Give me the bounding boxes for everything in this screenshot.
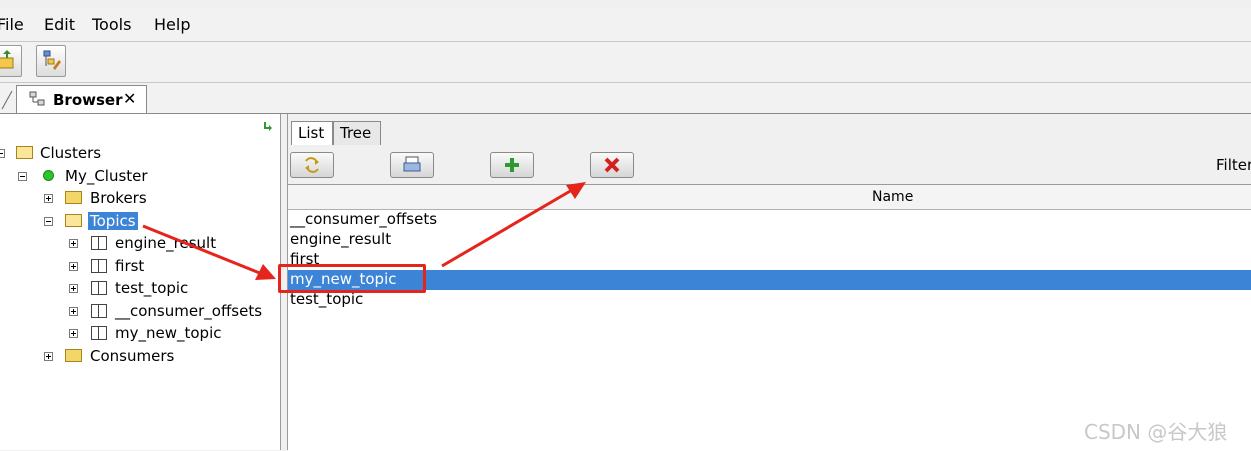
tab-list[interactable]: List (291, 121, 333, 145)
sync-tree-icon[interactable] (262, 120, 276, 134)
tree-label: first (115, 257, 145, 275)
collapse-icon[interactable] (18, 172, 27, 181)
tree-node-topic[interactable]: engine_result (0, 234, 260, 254)
print-icon (403, 156, 421, 172)
menu-file[interactable]: File (0, 15, 24, 34)
annotation-highlight-box (278, 264, 426, 293)
print-button[interactable] (390, 152, 434, 178)
menu-edit[interactable]: Edit (44, 15, 75, 34)
cluster-tree-panel: Clusters My_Cluster Brokers Topics engin… (0, 114, 281, 450)
topic-book-icon (91, 236, 107, 250)
filter-label: Filter (1216, 156, 1251, 174)
expand-icon[interactable] (69, 329, 78, 338)
tree-node-topic[interactable]: first (0, 257, 260, 277)
folder-open-icon (16, 146, 33, 159)
tree-label-selected: Topics (88, 212, 138, 230)
cluster-status-icon (43, 170, 54, 181)
tree-label: My_Cluster (65, 167, 148, 185)
menu-help[interactable]: Help (154, 15, 190, 34)
menu-tools[interactable]: Tools (92, 15, 131, 34)
expand-icon[interactable] (44, 194, 53, 203)
tree-label: Consumers (90, 347, 175, 365)
topic-book-icon (91, 281, 107, 295)
topic-book-icon (91, 259, 107, 273)
add-cluster-button[interactable] (0, 45, 22, 77)
tab-browser-label: Browser (53, 91, 123, 109)
topic-list-panel: List Tree Filter Name __consumer_offsets… (288, 114, 1251, 451)
tree-node-cluster[interactable]: My_Cluster (0, 167, 160, 187)
collapse-icon[interactable] (0, 149, 5, 158)
expand-icon[interactable] (69, 239, 78, 248)
tab-browser[interactable]: Browser ✕ (16, 85, 147, 113)
delete-icon (604, 157, 620, 173)
add-button[interactable] (490, 152, 534, 178)
table-row[interactable]: first (288, 250, 1251, 270)
topic-book-icon (91, 326, 107, 340)
tab-list-label: List (298, 124, 325, 142)
tree-node-topic[interactable]: test_topic (0, 279, 260, 299)
menu-bar: File Edit Tools Help (0, 7, 1251, 42)
tree-label: Brokers (90, 189, 147, 207)
folder-open-icon (65, 214, 82, 227)
watermark: CSDN @谷大狼 (1084, 420, 1228, 444)
expand-icon[interactable] (69, 262, 78, 271)
document-tab-row: Browser ✕ (0, 83, 1251, 114)
tree-label: my_new_topic (115, 324, 222, 342)
tab-scroll-icon[interactable] (0, 91, 14, 111)
close-icon[interactable]: ✕ (123, 89, 136, 108)
add-cluster-icon (0, 50, 14, 69)
collapse-icon[interactable] (44, 217, 53, 226)
topic-table: Name __consumer_offsets engine_result fi… (288, 184, 1251, 451)
tree-label: test_topic (115, 279, 189, 297)
table-header[interactable]: Name (288, 185, 1251, 210)
table-row[interactable]: engine_result (288, 230, 1251, 250)
add-icon (505, 158, 519, 172)
table-row[interactable]: test_topic (288, 290, 1251, 310)
table-row-selected[interactable]: my_new_topic (288, 270, 1251, 290)
expand-icon[interactable] (69, 284, 78, 293)
expand-icon[interactable] (69, 307, 78, 316)
column-header-name: Name (872, 189, 914, 205)
tree-node-topic[interactable]: my_new_topic (0, 324, 260, 344)
tree-label: engine_result (115, 234, 217, 252)
tree-label: Clusters (40, 144, 102, 162)
tree-node-brokers[interactable]: Brokers (0, 189, 160, 209)
cell-name: engine_result (290, 230, 392, 248)
tab-tree[interactable]: Tree (333, 121, 381, 145)
table-row[interactable]: __consumer_offsets (288, 210, 1251, 230)
tree-node-topic[interactable]: __consumer_offsets (0, 302, 263, 322)
topic-book-icon (91, 304, 107, 318)
tree-label: __consumer_offsets (115, 302, 263, 320)
edit-tree-icon (43, 50, 61, 70)
cell-name: __consumer_offsets (290, 210, 438, 228)
toolbar (0, 42, 1251, 83)
folder-icon (65, 191, 82, 204)
tree-node-clusters[interactable]: Clusters (0, 144, 120, 164)
tree-node-topics[interactable]: Topics (0, 212, 160, 232)
delete-button[interactable] (590, 152, 634, 178)
edit-tree-button[interactable] (36, 45, 66, 77)
refresh-icon (305, 157, 319, 173)
tab-tree-label: Tree (340, 124, 372, 142)
refresh-button[interactable] (290, 152, 334, 178)
folder-icon (65, 349, 82, 362)
expand-icon[interactable] (44, 352, 53, 361)
browser-icon (29, 91, 45, 106)
tree-node-consumers[interactable]: Consumers (0, 347, 180, 367)
